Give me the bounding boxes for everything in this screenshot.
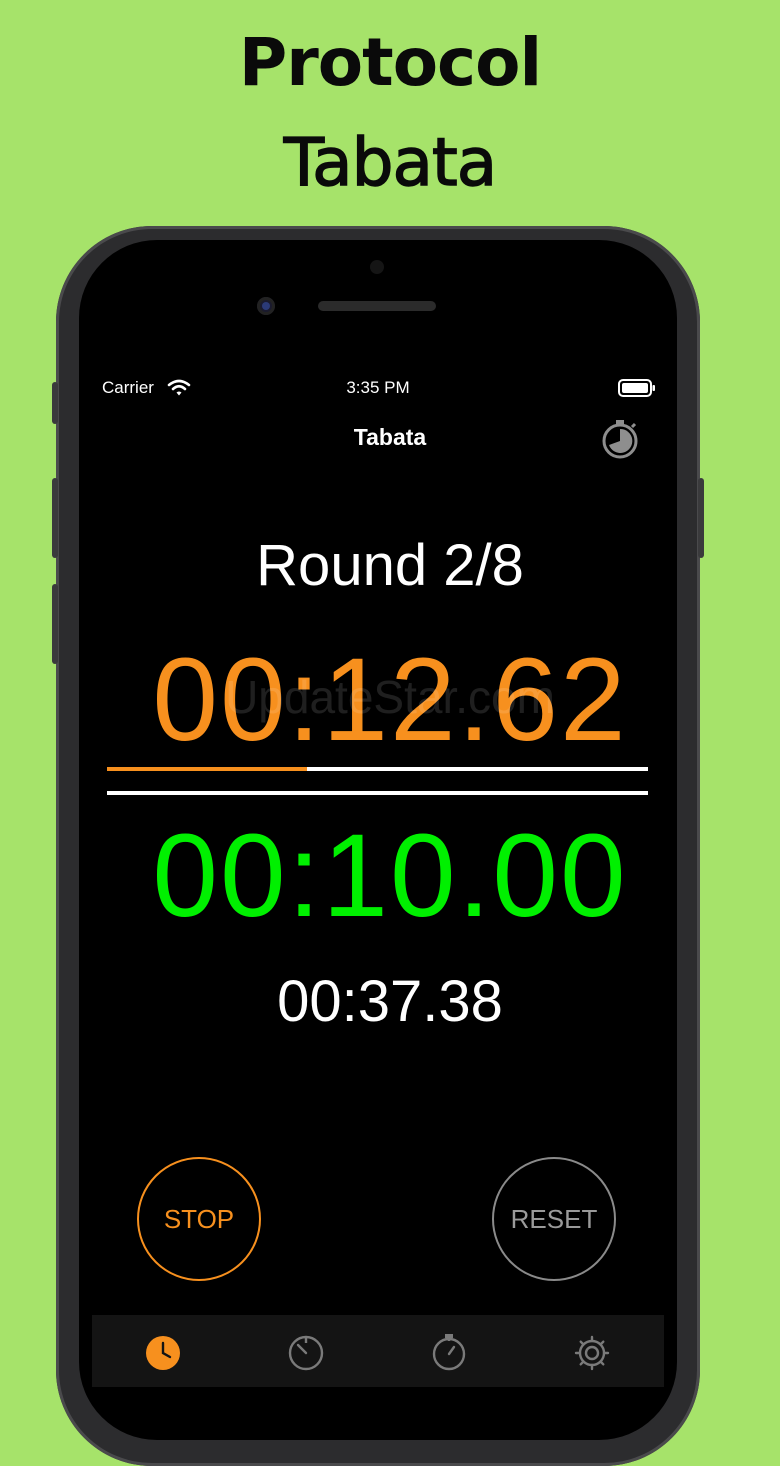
earpiece-speaker xyxy=(318,301,436,311)
gear-icon[interactable] xyxy=(572,1332,612,1372)
clock-icon[interactable] xyxy=(143,1332,183,1372)
interval-progress-fill xyxy=(107,767,308,771)
promo-title-line2: Tabata xyxy=(283,123,498,201)
reset-button-label: RESET xyxy=(510,1203,598,1234)
reset-button[interactable]: RESET xyxy=(492,1157,616,1281)
stopwatch-tab-icon[interactable] xyxy=(429,1332,469,1372)
promo-title-line1: Protocol xyxy=(238,24,542,101)
round-counter: Round 2/8 xyxy=(256,533,524,598)
rest-timer: 00:10.00 xyxy=(152,810,628,942)
proximity-sensor xyxy=(370,260,384,274)
nav-title: Tabata xyxy=(353,424,427,450)
total-timer: 00:37.38 xyxy=(277,969,503,1034)
divider-line xyxy=(107,791,648,795)
timer-icon[interactable] xyxy=(286,1332,326,1372)
watermark: UpdateStar.com xyxy=(225,671,555,723)
battery-icon xyxy=(618,379,655,397)
interval-progress-bar xyxy=(107,767,648,771)
stopwatch-icon[interactable] xyxy=(598,417,642,461)
stop-button[interactable]: STOP xyxy=(137,1157,261,1281)
front-camera xyxy=(257,297,275,315)
stop-button-label: STOP xyxy=(163,1203,235,1234)
